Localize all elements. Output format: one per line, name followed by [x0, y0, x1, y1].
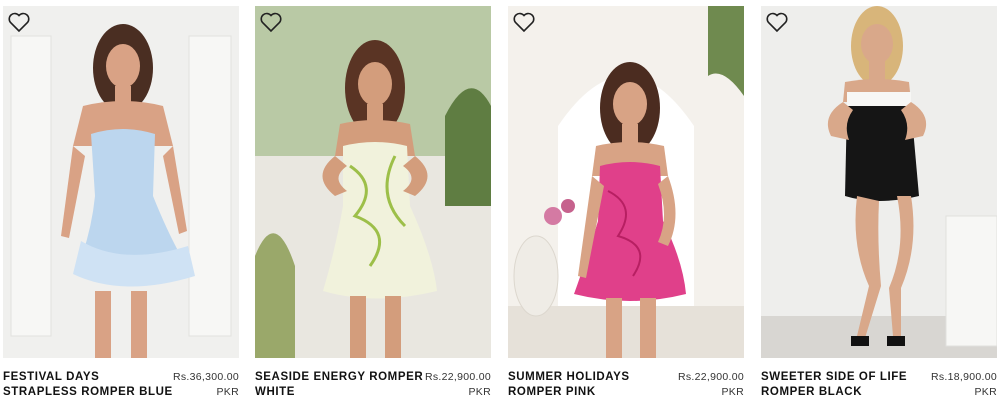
product-card[interactable]: FESTIVAL DAYS STRAPLESS ROMPER BLUE Rs.3… [3, 6, 239, 410]
wishlist-heart-icon[interactable] [7, 10, 31, 34]
model-photo [508, 6, 744, 358]
product-name[interactable]: SWEETER SIDE OF LIFE ROMPER BLACK [761, 370, 931, 400]
product-image[interactable] [508, 6, 744, 358]
price-currency: PKR [721, 386, 744, 398]
price-currency: PKR [216, 386, 239, 398]
product-name[interactable]: SEASIDE ENERGY ROMPER WHITE [255, 370, 425, 400]
product-info: SWEETER SIDE OF LIFE ROMPER BLACK Rs.18,… [761, 370, 997, 410]
wishlist-heart-icon[interactable] [765, 10, 789, 34]
product-info: FESTIVAL DAYS STRAPLESS ROMPER BLUE Rs.3… [3, 370, 239, 410]
model-photo [255, 6, 491, 358]
product-name[interactable]: FESTIVAL DAYS STRAPLESS ROMPER BLUE [3, 370, 173, 400]
product-card[interactable]: SWEETER SIDE OF LIFE ROMPER BLACK Rs.18,… [761, 6, 997, 410]
price-amount: Rs.18,900.00 [930, 371, 997, 383]
product-image[interactable] [255, 6, 491, 358]
price-amount: Rs.22,900.00 [424, 371, 491, 383]
price-amount: Rs.22,900.00 [677, 371, 744, 383]
product-card[interactable]: SUMMER HOLIDAYS ROMPER PINK Rs.22,900.00… [508, 6, 744, 410]
wishlist-heart-icon[interactable] [512, 10, 536, 34]
product-price: Rs.22,900.00 PKR [678, 370, 744, 400]
product-info: SEASIDE ENERGY ROMPER WHITE Rs.22,900.00… [255, 370, 491, 410]
model-photo [761, 6, 997, 358]
product-image[interactable] [3, 6, 239, 358]
product-card[interactable]: SEASIDE ENERGY ROMPER WHITE Rs.22,900.00… [255, 6, 491, 410]
product-info: SUMMER HOLIDAYS ROMPER PINK Rs.22,900.00… [508, 370, 744, 410]
product-name[interactable]: SUMMER HOLIDAYS ROMPER PINK [508, 370, 678, 400]
product-price: Rs.36,300.00 PKR [173, 370, 239, 400]
price-currency: PKR [974, 386, 997, 398]
price-currency: PKR [468, 386, 491, 398]
wishlist-heart-icon[interactable] [259, 10, 283, 34]
product-price: Rs.18,900.00 PKR [931, 370, 997, 400]
price-amount: Rs.36,300.00 [172, 371, 239, 383]
product-image[interactable] [761, 6, 997, 358]
model-photo [3, 6, 239, 358]
product-price: Rs.22,900.00 PKR [425, 370, 491, 400]
product-grid: FESTIVAL DAYS STRAPLESS ROMPER BLUE Rs.3… [0, 0, 1000, 407]
